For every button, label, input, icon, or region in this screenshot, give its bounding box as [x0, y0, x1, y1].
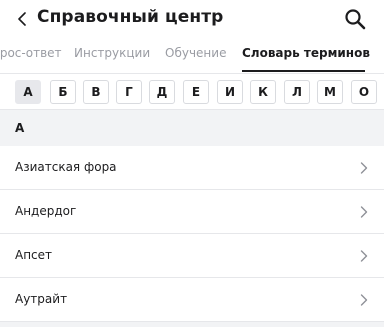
- letter-button[interactable]: Б: [50, 80, 76, 104]
- back-button[interactable]: [14, 8, 30, 30]
- terms-list: Азиатская фора Андердог Апсет Аутрайт: [0, 146, 384, 322]
- letter-button[interactable]: В: [83, 80, 109, 104]
- section-header: А: [0, 110, 384, 146]
- search-button[interactable]: [343, 7, 367, 31]
- section-letter: А: [15, 121, 25, 135]
- list-item[interactable]: Апсет: [0, 234, 384, 278]
- header: Справочный центр: [0, 0, 384, 40]
- term-label: Андердог: [15, 204, 77, 218]
- tab-bar: прос-ответ Инструкции Обучение Словарь т…: [0, 40, 384, 73]
- letter-button[interactable]: Г: [116, 80, 142, 104]
- tab-glossary[interactable]: Словарь терминов: [242, 46, 370, 60]
- chevron-right-icon: [360, 294, 368, 306]
- letter-button[interactable]: И: [217, 80, 243, 104]
- tab-faq[interactable]: прос-ответ: [0, 46, 62, 60]
- list-item[interactable]: Аутрайт: [0, 278, 384, 322]
- chevron-left-icon: [18, 12, 26, 26]
- letter-button[interactable]: К: [250, 80, 276, 104]
- term-label: Азиатская фора: [15, 160, 117, 174]
- letter-button[interactable]: А: [15, 80, 41, 104]
- letter-button[interactable]: Е: [183, 80, 209, 104]
- tab-learning[interactable]: Обучение: [165, 46, 226, 60]
- letter-button[interactable]: М: [317, 80, 343, 104]
- list-item[interactable]: Азиатская фора: [0, 146, 384, 190]
- letter-button[interactable]: Д: [149, 80, 175, 104]
- list-item[interactable]: Андердог: [0, 190, 384, 234]
- chevron-right-icon: [360, 162, 368, 174]
- tab-instructions[interactable]: Инструкции: [74, 46, 150, 60]
- alphabet-bar: А Б В Г Д Е И К Л М О: [0, 73, 384, 110]
- search-icon: [345, 9, 366, 30]
- letter-button[interactable]: Л: [284, 80, 310, 104]
- page-title: Справочный центр: [37, 7, 224, 27]
- active-tab-indicator: [242, 70, 365, 72]
- term-label: Апсет: [15, 248, 53, 262]
- chevron-right-icon: [360, 250, 368, 262]
- term-label: Аутрайт: [15, 292, 68, 306]
- letter-button[interactable]: О: [351, 80, 377, 104]
- chevron-right-icon: [360, 206, 368, 218]
